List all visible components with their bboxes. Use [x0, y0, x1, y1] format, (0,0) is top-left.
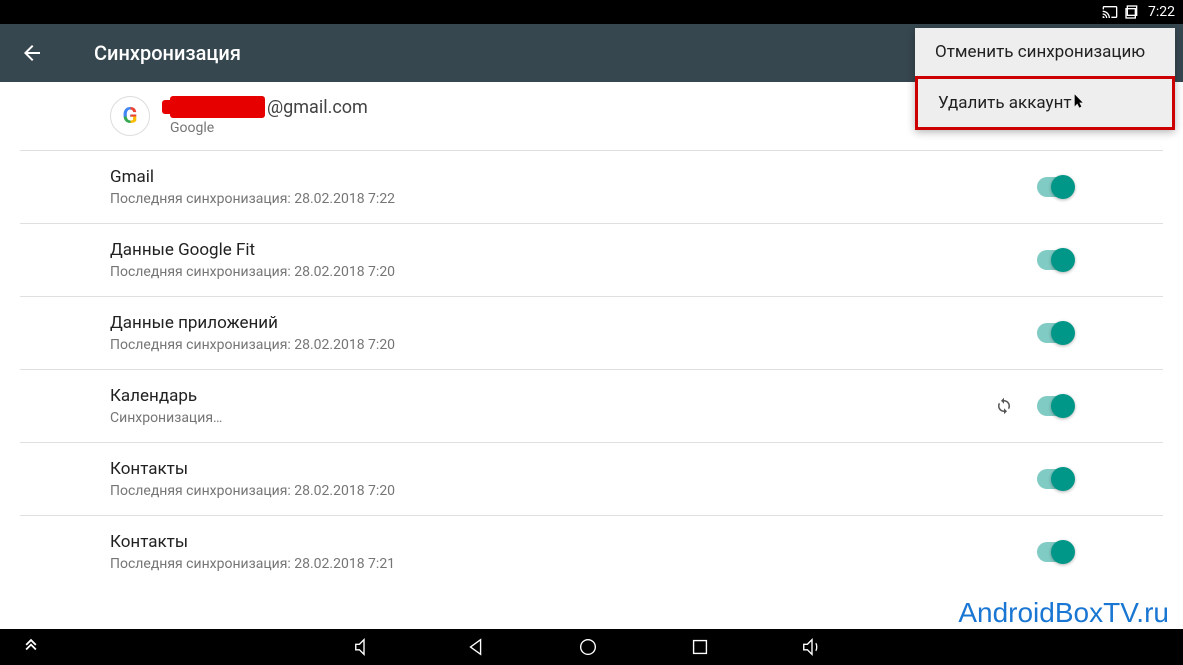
- sync-item-subtitle: Последняя синхронизация: 28.02.2018 7:20: [110, 337, 395, 353]
- sync-item-subtitle: Синхронизация…: [110, 410, 222, 426]
- sync-item-title: Календарь: [110, 386, 222, 406]
- menu-item-delete-account[interactable]: Удалить аккаунт: [915, 76, 1175, 130]
- sync-item-subtitle: Последняя синхронизация: 28.02.2018 7:20: [110, 264, 395, 280]
- watermark: AndroidBoxTV.ru: [958, 597, 1169, 629]
- sync-toggle[interactable]: [1037, 323, 1073, 343]
- navigation-bar: [0, 629, 1183, 665]
- expand-button[interactable]: [20, 636, 42, 658]
- status-time: 7:22: [1148, 4, 1175, 20]
- sync-item[interactable]: Контакты Последняя синхронизация: 28.02.2…: [20, 516, 1163, 588]
- sync-spinner-icon: [995, 397, 1013, 415]
- sync-item-title: Данные Google Fit: [110, 240, 395, 260]
- menu-item-cancel-sync[interactable]: Отменить синхронизацию: [915, 28, 1175, 76]
- sync-item[interactable]: Данные Google Fit Последняя синхронизация…: [20, 224, 1163, 297]
- home-nav-button[interactable]: [577, 636, 599, 658]
- sync-toggle[interactable]: [1037, 469, 1073, 489]
- sync-item-subtitle: Последняя синхронизация: 28.02.2018 7:22: [110, 191, 395, 207]
- sync-item[interactable]: Контакты Последняя синхронизация: 28.02.2…: [20, 443, 1163, 516]
- account-email: @gmail.com: [170, 96, 368, 118]
- sync-item[interactable]: Gmail Последняя синхронизация: 28.02.2018…: [20, 151, 1163, 224]
- content-area: G @gmail.com Google Gmail Последняя синхр…: [0, 82, 1183, 588]
- volume-down-button[interactable]: [353, 636, 375, 658]
- sync-toggle[interactable]: [1037, 542, 1073, 562]
- sync-list: Gmail Последняя синхронизация: 28.02.2018…: [20, 151, 1163, 588]
- recent-nav-button[interactable]: [689, 636, 711, 658]
- back-nav-button[interactable]: [465, 636, 487, 658]
- cursor-icon: [1070, 93, 1086, 113]
- cast-icon: [1102, 4, 1118, 20]
- email-suffix: @gmail.com: [267, 97, 368, 118]
- menu-item-delete-account-label: Удалить аккаунт: [938, 93, 1072, 113]
- page-title: Синхронизация: [94, 41, 241, 65]
- sync-item-subtitle: Последняя синхронизация: 28.02.2018 7:21: [110, 556, 395, 572]
- sync-item[interactable]: Календарь Синхронизация…: [20, 370, 1163, 443]
- windows-icon: [1124, 4, 1140, 20]
- sync-toggle[interactable]: [1037, 177, 1073, 197]
- sync-item-subtitle: Последняя синхронизация: 28.02.2018 7:20: [110, 483, 395, 499]
- sync-item[interactable]: Данные приложений Последняя синхронизация…: [20, 297, 1163, 370]
- volume-up-button[interactable]: [801, 636, 823, 658]
- sync-toggle[interactable]: [1037, 396, 1073, 416]
- back-button[interactable]: [20, 41, 44, 65]
- sync-item-title: Контакты: [110, 459, 395, 479]
- redacted-email-prefix: [170, 96, 265, 118]
- google-logo-icon: G: [110, 96, 150, 136]
- account-provider: Google: [170, 120, 368, 136]
- sync-toggle[interactable]: [1037, 250, 1073, 270]
- sync-item-title: Контакты: [110, 532, 395, 552]
- sync-item-title: Gmail: [110, 167, 395, 187]
- sync-item-title: Данные приложений: [110, 313, 395, 333]
- status-bar: 7:22: [0, 0, 1183, 24]
- overflow-menu: Отменить синхронизацию Удалить аккаунт: [915, 28, 1175, 130]
